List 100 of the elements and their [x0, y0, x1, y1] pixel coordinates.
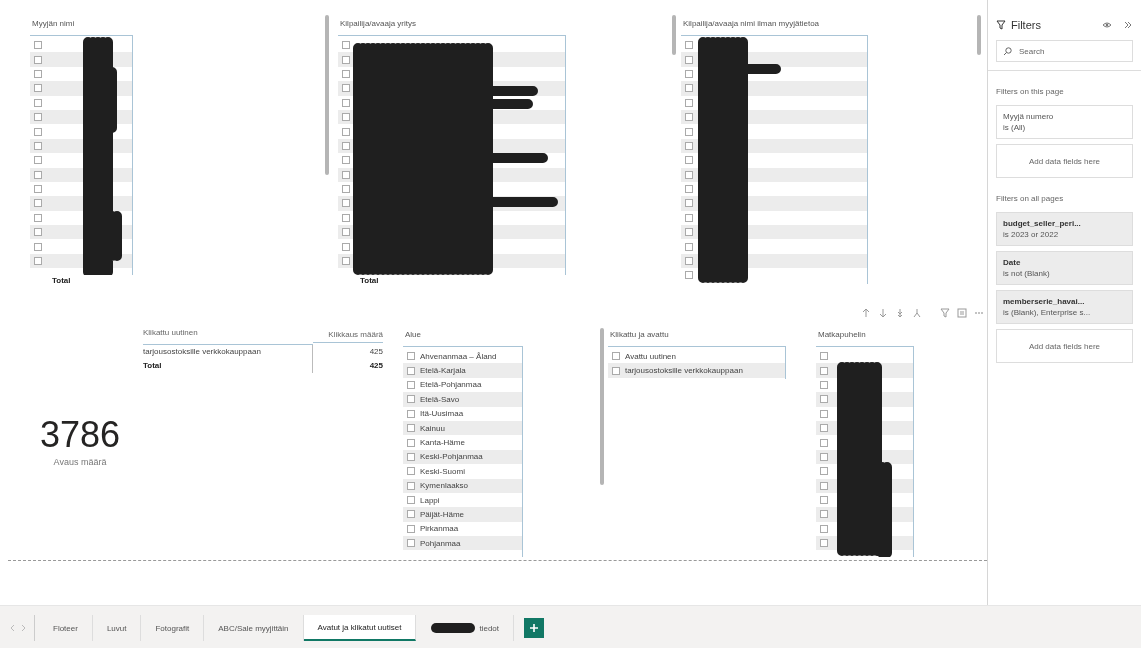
double-down-arrow-icon[interactable] [895, 308, 905, 318]
slicer-item[interactable]: Keski-Suomi [420, 466, 465, 476]
slicer-item[interactable]: Etelä-Pohjanmaa [420, 380, 482, 390]
checkbox[interactable] [342, 98, 350, 107]
checkbox[interactable] [820, 539, 828, 548]
checkbox[interactable] [820, 467, 828, 476]
checkbox[interactable] [34, 199, 42, 208]
checkbox[interactable] [34, 98, 42, 107]
slicer-item[interactable]: Avattu uutinen [625, 351, 676, 361]
checkbox[interactable] [34, 185, 42, 194]
checkbox[interactable] [342, 141, 350, 150]
up-arrow-icon[interactable] [861, 308, 871, 318]
checkbox[interactable] [820, 438, 828, 447]
filter-icon[interactable] [940, 308, 950, 318]
checkbox[interactable] [820, 510, 828, 519]
checkbox[interactable] [34, 84, 42, 93]
checkbox[interactable] [685, 41, 693, 50]
checkbox[interactable] [685, 170, 693, 179]
checkbox[interactable] [342, 41, 350, 50]
checkbox[interactable] [34, 141, 42, 150]
checkbox[interactable] [34, 55, 42, 64]
checkbox[interactable] [407, 510, 415, 519]
drop-zone[interactable]: Add data fields here [996, 144, 1133, 178]
checkbox[interactable] [34, 69, 42, 78]
checkbox[interactable] [685, 213, 693, 222]
page-tab[interactable]: Fotografit [141, 615, 205, 641]
focus-icon[interactable] [957, 308, 967, 318]
checkbox[interactable] [342, 84, 350, 93]
scrollbar[interactable] [672, 15, 676, 55]
checkbox[interactable] [685, 113, 693, 122]
checkbox[interactable] [820, 496, 828, 505]
checkbox[interactable] [407, 352, 415, 361]
checkbox[interactable] [685, 228, 693, 237]
checkbox[interactable] [407, 380, 415, 389]
checkbox[interactable] [407, 438, 415, 447]
checkbox[interactable] [612, 352, 620, 361]
checkbox[interactable] [685, 141, 693, 150]
checkbox[interactable] [34, 213, 42, 222]
slicer-item[interactable]: Kainuu [420, 423, 445, 433]
checkbox[interactable] [342, 185, 350, 194]
column-header[interactable]: Klikattu uutinen [143, 328, 313, 345]
checkbox[interactable] [342, 69, 350, 78]
column-header[interactable]: Klikkaus määrä [313, 328, 383, 343]
checkbox[interactable] [685, 55, 693, 64]
filter-card[interactable]: Date is not (Blank) [996, 251, 1133, 285]
checkbox[interactable] [407, 539, 415, 548]
checkbox[interactable] [820, 395, 828, 404]
checkbox[interactable] [685, 271, 693, 280]
page-tab[interactable]: Avatut ja klikatut uutiset [303, 615, 417, 641]
checkbox[interactable] [820, 452, 828, 461]
page-tab[interactable]: Luvut [92, 615, 142, 641]
checkbox[interactable] [612, 366, 620, 375]
checkbox[interactable] [685, 98, 693, 107]
checkbox[interactable] [407, 395, 415, 404]
checkbox[interactable] [820, 481, 828, 490]
checkbox[interactable] [685, 127, 693, 136]
previous-icon[interactable] [10, 624, 15, 632]
checkbox[interactable] [407, 409, 415, 418]
scrollbar[interactable] [600, 328, 604, 485]
page-tab[interactable]: ABC/Sale myyjittäin [204, 615, 304, 641]
next-icon[interactable] [21, 624, 26, 632]
scrollbar[interactable] [977, 15, 981, 55]
checkbox[interactable] [34, 257, 42, 266]
checkbox[interactable] [820, 424, 828, 433]
slicer-item[interactable]: Pirkanmaa [420, 524, 459, 534]
slicer-item[interactable]: Itä-Uusimaa [420, 409, 464, 419]
checkbox[interactable] [685, 242, 693, 251]
checkbox[interactable] [685, 199, 693, 208]
checkbox[interactable] [342, 199, 350, 208]
search-field[interactable]: Search [996, 40, 1133, 62]
checkbox[interactable] [407, 424, 415, 433]
checkbox[interactable] [820, 409, 828, 418]
drop-zone[interactable]: Add data fields here [996, 329, 1133, 363]
checkbox[interactable] [34, 228, 42, 237]
slicer-item[interactable]: Ahvenanmaa – Åland [420, 351, 497, 361]
fork-icon[interactable] [912, 308, 922, 318]
checkbox[interactable] [34, 41, 42, 50]
add-page-button[interactable] [524, 618, 544, 638]
page-tab[interactable]: Floteer [39, 615, 93, 641]
down-arrow-icon[interactable] [878, 308, 888, 318]
checkbox[interactable] [342, 228, 350, 237]
filter-card[interactable]: Myyjä numero is (All) [996, 105, 1133, 139]
slicer-item[interactable]: Kanta-Häme [420, 438, 465, 448]
checkbox[interactable] [407, 524, 415, 533]
checkbox[interactable] [407, 496, 415, 505]
checkbox[interactable] [407, 366, 415, 375]
checkbox[interactable] [685, 257, 693, 266]
eye-icon[interactable] [1102, 21, 1112, 29]
checkbox[interactable] [342, 213, 350, 222]
checkbox[interactable] [342, 113, 350, 122]
checkbox[interactable] [34, 242, 42, 251]
checkbox[interactable] [820, 366, 828, 375]
checkbox[interactable] [820, 524, 828, 533]
collapse-icon[interactable] [1123, 21, 1133, 29]
checkbox[interactable] [342, 170, 350, 179]
checkbox[interactable] [342, 242, 350, 251]
checkbox[interactable] [342, 127, 350, 136]
checkbox[interactable] [685, 156, 693, 165]
checkbox[interactable] [34, 127, 42, 136]
slicer-item[interactable]: Lappi [420, 495, 440, 505]
